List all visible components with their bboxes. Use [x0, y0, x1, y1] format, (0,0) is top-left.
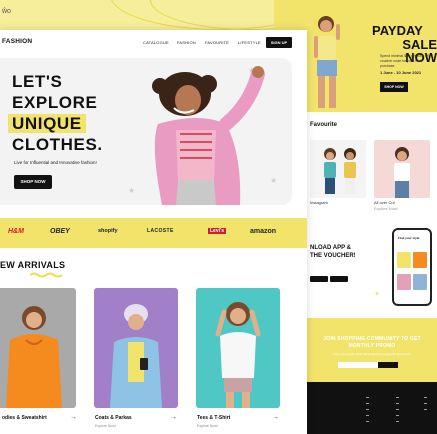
product-image-tees: [215, 302, 261, 408]
hero-subtitle: Live for Influential and Innovative fash…: [14, 160, 97, 165]
nav-link-catalogue[interactable]: CATALOGUE: [143, 40, 169, 45]
main-page: FASHION CATALOGUE FASHION FAVOURITE LIFE…: [0, 30, 307, 434]
hero-headline-line-2: EXPLORE: [12, 93, 98, 112]
community-title: JOIN SHOPPING COMMUNITY TO GET MONTHLY P…: [323, 336, 421, 349]
product-card-hoodies[interactable]: [0, 288, 76, 408]
product-label-coats[interactable]: Coats & Parkas: [95, 415, 132, 421]
hero-headline-line-1: LET'S: [12, 72, 63, 91]
favourite-card-2[interactable]: [374, 140, 430, 198]
brand-strip: H&M OBEY shopify LACOSTE Levi's amazon: [0, 218, 307, 248]
phone-mockup: Find your style: [392, 228, 432, 306]
background-card-text: ŵo: [2, 8, 11, 15]
footer-links-col-1: ▬ ▬ ▬ ▬ ▬: [366, 395, 369, 423]
app-download-title-line-2: THE VOUCHER!: [310, 253, 356, 259]
brand-logo-hm[interactable]: H&M: [8, 228, 24, 235]
favourite-card-2-label: All over Cut: [374, 200, 395, 205]
brand-logo-obey[interactable]: OBEY: [50, 228, 70, 235]
community-subtitle: Type your email down below and be young …: [333, 352, 411, 356]
phone-product-tile: [413, 274, 427, 290]
footer-links-col-2: ▬ ▬ ▬ ▬ ▬: [396, 395, 399, 423]
nav-link-lifestyle[interactable]: LIFESTYLE: [238, 40, 261, 45]
favourite-section-title: Favourite: [310, 122, 338, 128]
hero-headline-line-3: UNIQUE: [8, 114, 86, 133]
hero-model-image: [152, 66, 265, 205]
sale-shop-button[interactable]: SHOP NOW: [380, 82, 408, 92]
sale-model-image: [314, 16, 340, 108]
signup-button[interactable]: SIGN UP: [266, 37, 292, 48]
favourite-card-1-label: Instagram: [310, 200, 328, 205]
app-download-title: NLOAD APP & THE VOUCHER!: [310, 244, 356, 260]
top-nav: FASHION CATALOGUE FASHION FAVOURITE LIFE…: [0, 30, 307, 54]
phone-product-tile: [413, 252, 427, 268]
new-arrivals-title: EW ARRIVALS: [0, 260, 66, 270]
title-underline-squiggle: [30, 272, 62, 278]
favourite-card-1-image: [324, 148, 356, 194]
brand-logo-levis[interactable]: Levi's: [208, 228, 226, 234]
arrow-right-icon[interactable]: →: [170, 414, 177, 421]
product-card-coats[interactable]: [94, 288, 178, 408]
brand-logo-lacoste[interactable]: LACOSTE: [147, 228, 174, 234]
email-input[interactable]: [338, 362, 378, 368]
shop-now-button[interactable]: SHOP NOW: [14, 175, 52, 189]
nav-link-fashion[interactable]: FASHION: [177, 40, 196, 45]
sale-title-line-1: PAYDAY: [372, 23, 423, 38]
footer-links-col-3: ▬ ▬ ▬: [424, 395, 427, 411]
nav-link-favourite[interactable]: FAVOURITE: [205, 40, 229, 45]
product-image-hoodies: [6, 306, 62, 408]
product-card-tees[interactable]: [196, 288, 280, 408]
brand-logo[interactable]: FASHION: [2, 38, 32, 45]
favourite-card-2-image: [394, 147, 410, 198]
star-decoration-icon: ✦: [374, 291, 380, 298]
phone-product-tile: [397, 252, 411, 268]
phone-title: Find your style: [398, 236, 420, 240]
product-image-coats: [110, 304, 162, 408]
sale-description: Spend minimal $99 get 30% off voucher co…: [380, 54, 429, 68]
subscribe-button[interactable]: [378, 362, 398, 368]
arrow-right-icon[interactable]: →: [70, 414, 77, 421]
mockup-stage: ŵo PAYDAY SALE NOW Spend minimal $99 get…: [0, 0, 437, 434]
app-store-badge[interactable]: [310, 276, 328, 282]
product-sub-tees: Explore Now!: [197, 424, 218, 428]
phone-product-tile: [397, 274, 411, 290]
product-label-hoodies[interactable]: odies & Sweatshirt: [2, 415, 47, 421]
favourite-card-2-sub: Explore Now!: [374, 206, 398, 211]
brand-logo-shopify[interactable]: shopify: [98, 228, 118, 234]
star-decoration-icon: ★: [270, 176, 278, 185]
arrow-right-icon[interactable]: →: [272, 414, 279, 421]
app-download-title-line-1: NLOAD APP &: [310, 245, 352, 251]
product-sub-coats: Explore Now!: [95, 424, 116, 428]
sale-date: 1 June - 10 June 2021: [380, 70, 422, 75]
google-play-badge[interactable]: [330, 276, 348, 282]
hero-banner: LET'S EXPLORE UNIQUE CLOTHES. Live for I…: [0, 58, 292, 205]
product-label-tees[interactable]: Tees & T-Shirt: [197, 415, 230, 421]
hero-headline-line-4: CLOTHES.: [12, 135, 103, 154]
favourite-card-1[interactable]: [310, 140, 366, 198]
brand-logo-amazon[interactable]: amazon: [250, 228, 276, 235]
